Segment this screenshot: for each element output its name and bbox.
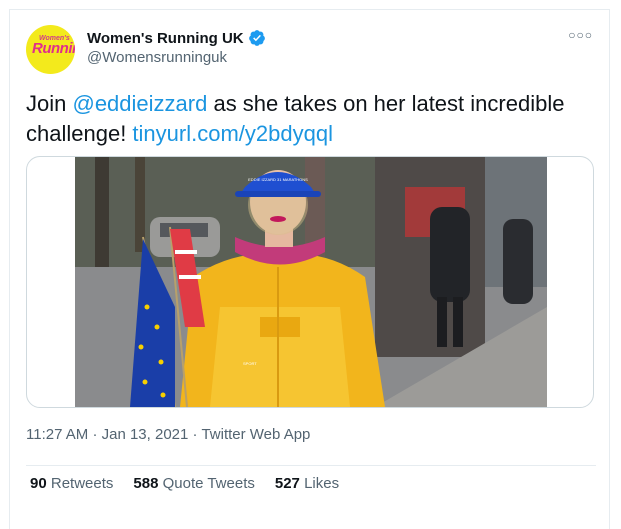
verified-badge-icon [248,30,265,46]
meta-separator: · [92,426,98,443]
tweet-text: Join @eddieizzard as she takes on her la… [26,89,596,149]
tweet-card: Women's Running Women's Running UK @Wome… [9,9,610,529]
retweets-stat[interactable]: 90 Retweets [30,475,113,492]
tweet-date[interactable]: Jan 13, 2021 [102,426,189,443]
avatar-logo-text-main: Running [32,40,75,57]
quote-tweets-label: Quote Tweets [162,475,255,492]
likes-stat[interactable]: 527 Likes [275,475,339,492]
author-avatar[interactable]: Women's Running [26,25,75,74]
tweet-stats: 90 Retweets 588 Quote Tweets 527 Likes [30,475,359,492]
tweet-text-part: Join [26,91,73,116]
likes-count: 527 [274,475,300,492]
tweet-media[interactable]: EDDIE IZZARD 31 MARATHONS SPORT [26,156,594,408]
quote-tweets-stat[interactable]: 588 Quote Tweets [133,475,254,492]
tweet-photo: EDDIE IZZARD 31 MARATHONS SPORT [75,157,547,407]
author-name-row: Women's Running UK [87,29,266,47]
jacket-print: SPORT [243,361,257,366]
mention-link[interactable]: @eddieizzard [72,91,207,116]
retweets-count: 90 [30,475,47,492]
tweet-source[interactable]: Twitter Web App [201,426,310,443]
cap-print: EDDIE IZZARD 31 MARATHONS [248,177,308,182]
tweet-metadata: 11:27 AM · Jan 13, 2021 · Twitter Web Ap… [26,426,310,443]
url-link[interactable]: tinyurl.com/y2bdyqql [132,121,333,146]
likes-label: Likes [304,475,340,492]
tweet-time[interactable]: 11:27 AM [26,426,88,443]
author-display-name[interactable]: Women's Running UK [87,30,244,47]
more-options-icon[interactable]: ○○○ [568,28,593,42]
meta-separator: · [192,426,198,443]
author-handle[interactable]: @Womensrunninguk [87,49,227,66]
divider [26,465,596,466]
quote-tweets-count: 588 [133,475,159,492]
retweets-label: Retweets [50,475,114,492]
